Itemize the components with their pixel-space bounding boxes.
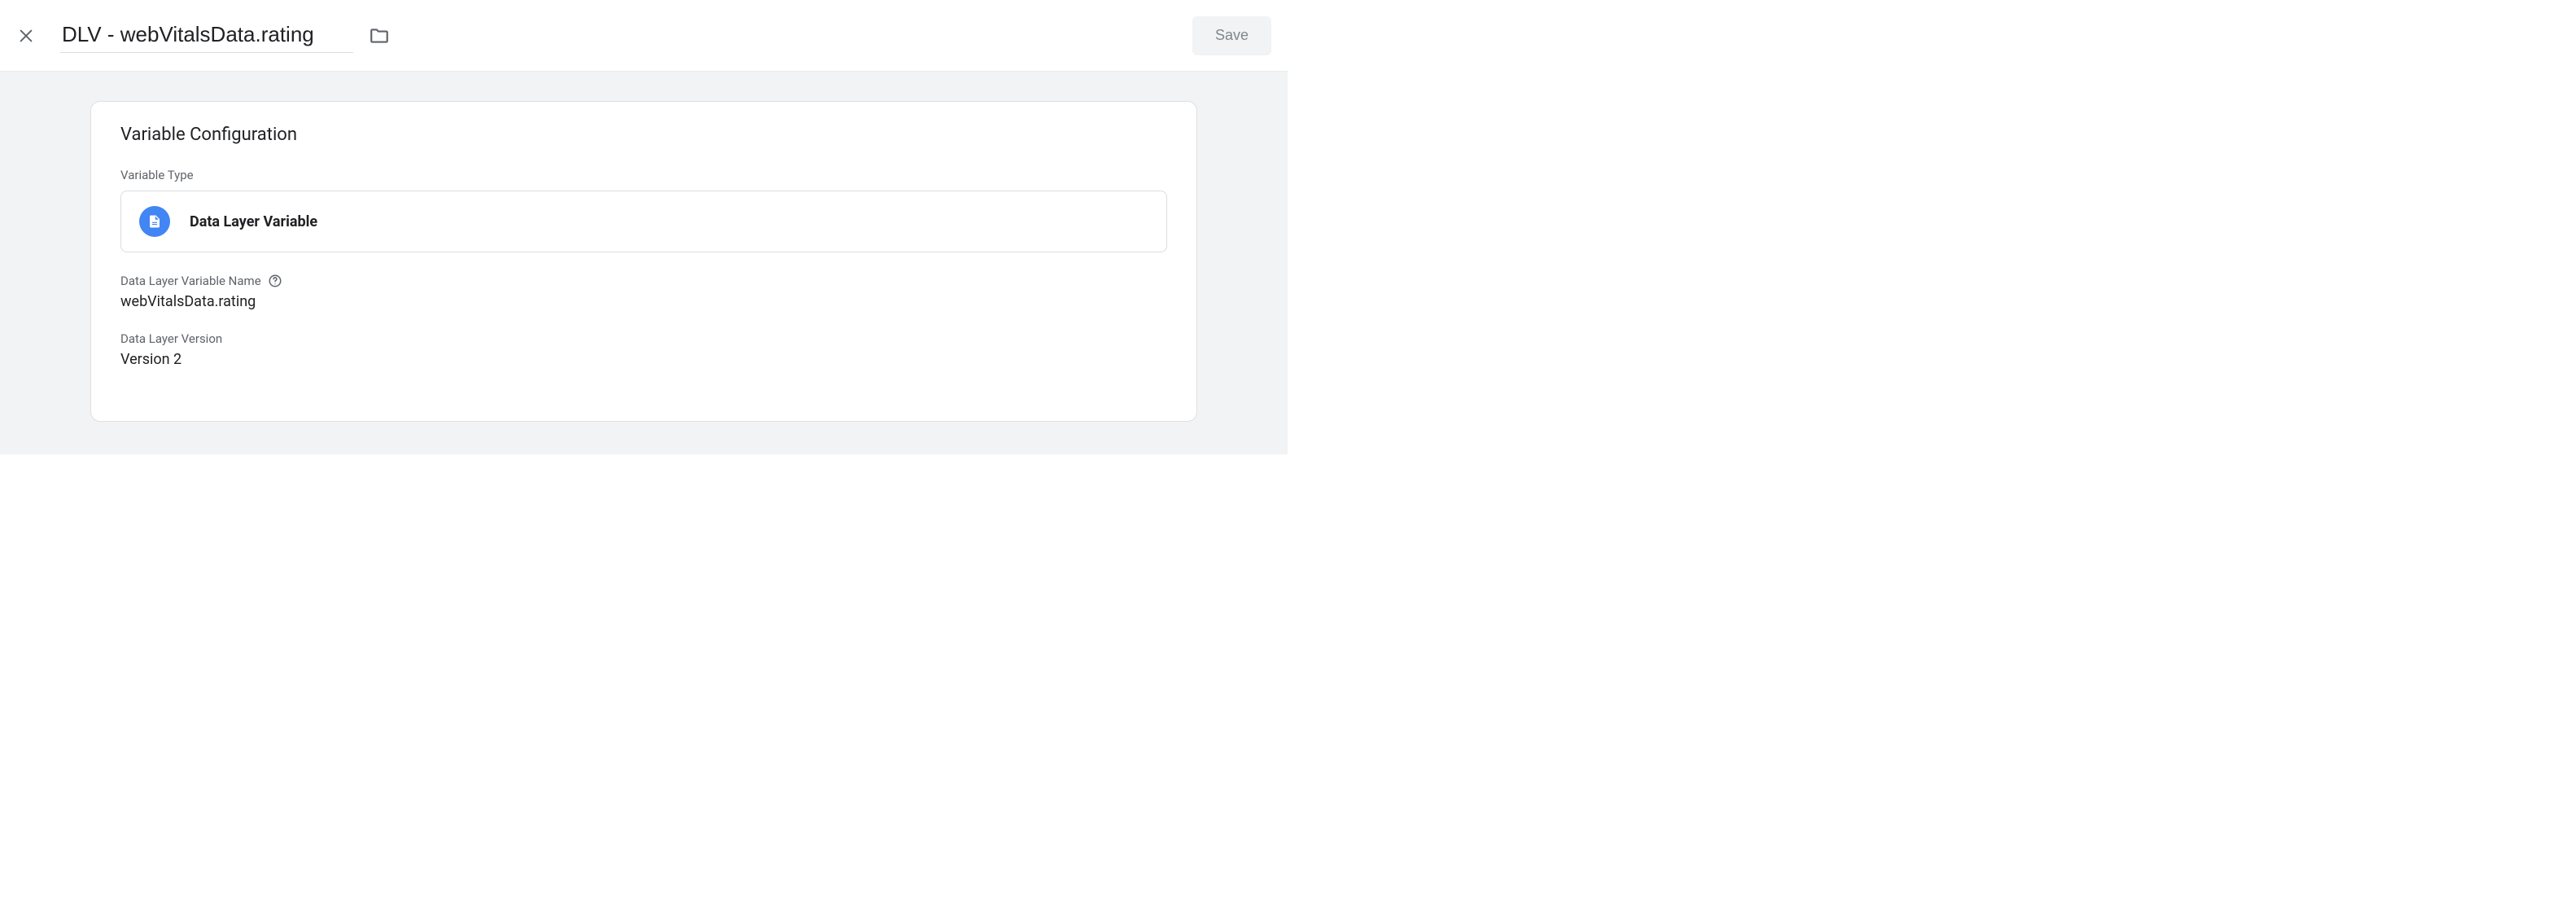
help-icon[interactable] xyxy=(268,274,282,288)
variable-type-section: Variable Type Data Layer Variable xyxy=(120,168,1167,252)
dlv-version-label: Data Layer Version xyxy=(120,331,1167,346)
title-wrap xyxy=(60,19,1192,53)
close-icon xyxy=(17,27,35,45)
canvas: Variable Configuration Variable Type Dat… xyxy=(0,72,1288,454)
close-button[interactable] xyxy=(7,16,46,55)
dlv-version-value: Version 2 xyxy=(120,351,1167,368)
variable-type-selector[interactable]: Data Layer Variable xyxy=(120,191,1167,252)
variable-configuration-card[interactable]: Variable Configuration Variable Type Dat… xyxy=(90,101,1197,422)
dlv-name-value: webVitalsData.rating xyxy=(120,293,1167,310)
dlv-name-section: Data Layer Variable Name webVitalsData.r… xyxy=(120,274,1167,310)
dlv-name-label: Data Layer Variable Name xyxy=(120,274,1167,288)
folder-button[interactable] xyxy=(365,21,394,50)
top-bar: Save xyxy=(0,0,1288,72)
card-heading: Variable Configuration xyxy=(120,125,1167,145)
data-layer-variable-icon xyxy=(139,206,170,237)
save-button[interactable]: Save xyxy=(1192,16,1271,55)
dlv-name-label-text: Data Layer Variable Name xyxy=(120,274,261,288)
variable-type-label: Variable Type xyxy=(120,168,1167,182)
dlv-version-section: Data Layer Version Version 2 xyxy=(120,331,1167,368)
variable-name-input[interactable] xyxy=(60,19,353,53)
variable-type-value: Data Layer Variable xyxy=(190,213,317,230)
folder-icon xyxy=(369,25,390,46)
